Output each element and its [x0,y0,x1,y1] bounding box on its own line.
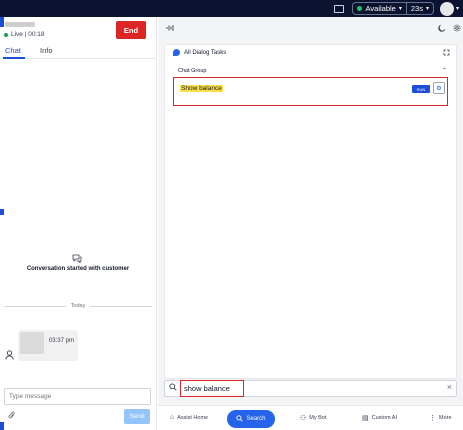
search-bar: × [164,380,457,397]
close-icon[interactable]: × [447,382,452,392]
card-header: All Dialog Tasks [173,49,226,56]
chevron-down-icon: ▾ [398,6,402,12]
active-tab-indicator [3,57,25,59]
live-dot-icon [4,32,8,37]
avatar[interactable] [439,1,454,16]
monitor-icon[interactable] [333,4,344,13]
bot-icon: ⚇ [300,415,307,422]
user-icon [5,350,14,362]
search-icon [169,383,177,393]
contact-name [5,22,35,27]
panel-edge-marker [0,422,4,430]
nav-label: Search [246,416,266,422]
conversation-panel: Live | 00:18 End Chat Info Conversation … [0,17,157,430]
end-button[interactable]: End [116,21,146,39]
message-bubble: 03:37 pm [18,330,78,361]
card-title: All Dialog Tasks [184,49,227,56]
timer-dropdown[interactable]: 23s ▾ [405,3,433,14]
status-dot-icon [356,6,362,11]
message-time: 03:37 pm [48,338,74,344]
tab-info[interactable]: Info [40,46,53,55]
assist-panel: All Dialog Tasks Chat Group ⌃ Show balan… [158,17,463,430]
custom-ai-icon: ▤ [362,415,369,422]
panel-edge-marker [0,209,4,215]
chevron-up-icon[interactable]: ⌃ [442,67,447,74]
availability-dropdown[interactable]: Available ▾ [353,3,406,14]
search-icon [236,414,244,424]
nav-label: My Bot [309,415,327,421]
voice-wave-icon[interactable] [166,24,175,34]
status-label: Available [365,4,396,13]
nav-assist-home[interactable]: ⌂ Assist Home [170,414,208,421]
dialog-logo-icon [173,49,180,56]
group-label: Chat Group [178,68,207,74]
nav-label: More [439,415,452,421]
status-selector[interactable]: Available ▾ 23s ▾ [351,2,434,15]
dialog-task-row[interactable]: Show balance RUN ⚙ [173,77,448,106]
top-bar: Available ▾ 23s ▾ ▾ [0,0,463,17]
run-button[interactable]: RUN [412,85,430,93]
moon-icon[interactable] [438,24,446,34]
task-settings-icon[interactable]: ⚙ [433,82,445,94]
send-button[interactable]: Send [124,409,150,424]
more-icon: ⋮ [429,415,436,422]
message-input[interactable] [4,388,151,405]
bottom-nav: ⌂ Assist Home Search ⚇ My Bot ▤ Custom A… [158,405,463,430]
conversation-tabs: Chat Info [0,45,156,59]
nav-my-bot[interactable]: ⚇ My Bot [300,414,326,422]
date-divider: Today [4,303,152,309]
live-label: Live | 00:18 [11,31,45,38]
gear-icon[interactable] [453,24,461,34]
message-attachment[interactable] [20,332,44,354]
nav-more[interactable]: ⋮ More [429,414,452,422]
conversation-started-text: Conversation started with customer [26,266,130,272]
search-input[interactable] [180,380,244,397]
nav-search[interactable]: Search [227,410,275,428]
timer-value: 23s [410,4,423,13]
live-status: Live | 00:18 [4,31,45,38]
paperclip-icon[interactable] [8,411,16,422]
nav-label: Assist Home [177,414,209,421]
chevron-down-icon: ▾ [425,6,429,12]
nav-custom-ai[interactable]: ▤ Custom AI [362,414,397,422]
assist-home-icon: ⌂ [170,414,175,421]
date-divider-label: Today [70,303,86,309]
chevron-down-icon[interactable]: ▾ [456,5,459,12]
nav-label: Custom AI [371,415,397,421]
task-name: Show balance [180,85,223,92]
panel-edge-marker [0,17,4,27]
expand-icon[interactable] [443,49,450,58]
dialog-tasks-card: All Dialog Tasks Chat Group ⌃ Show balan… [164,44,457,379]
tab-chat[interactable]: Chat [5,46,21,55]
